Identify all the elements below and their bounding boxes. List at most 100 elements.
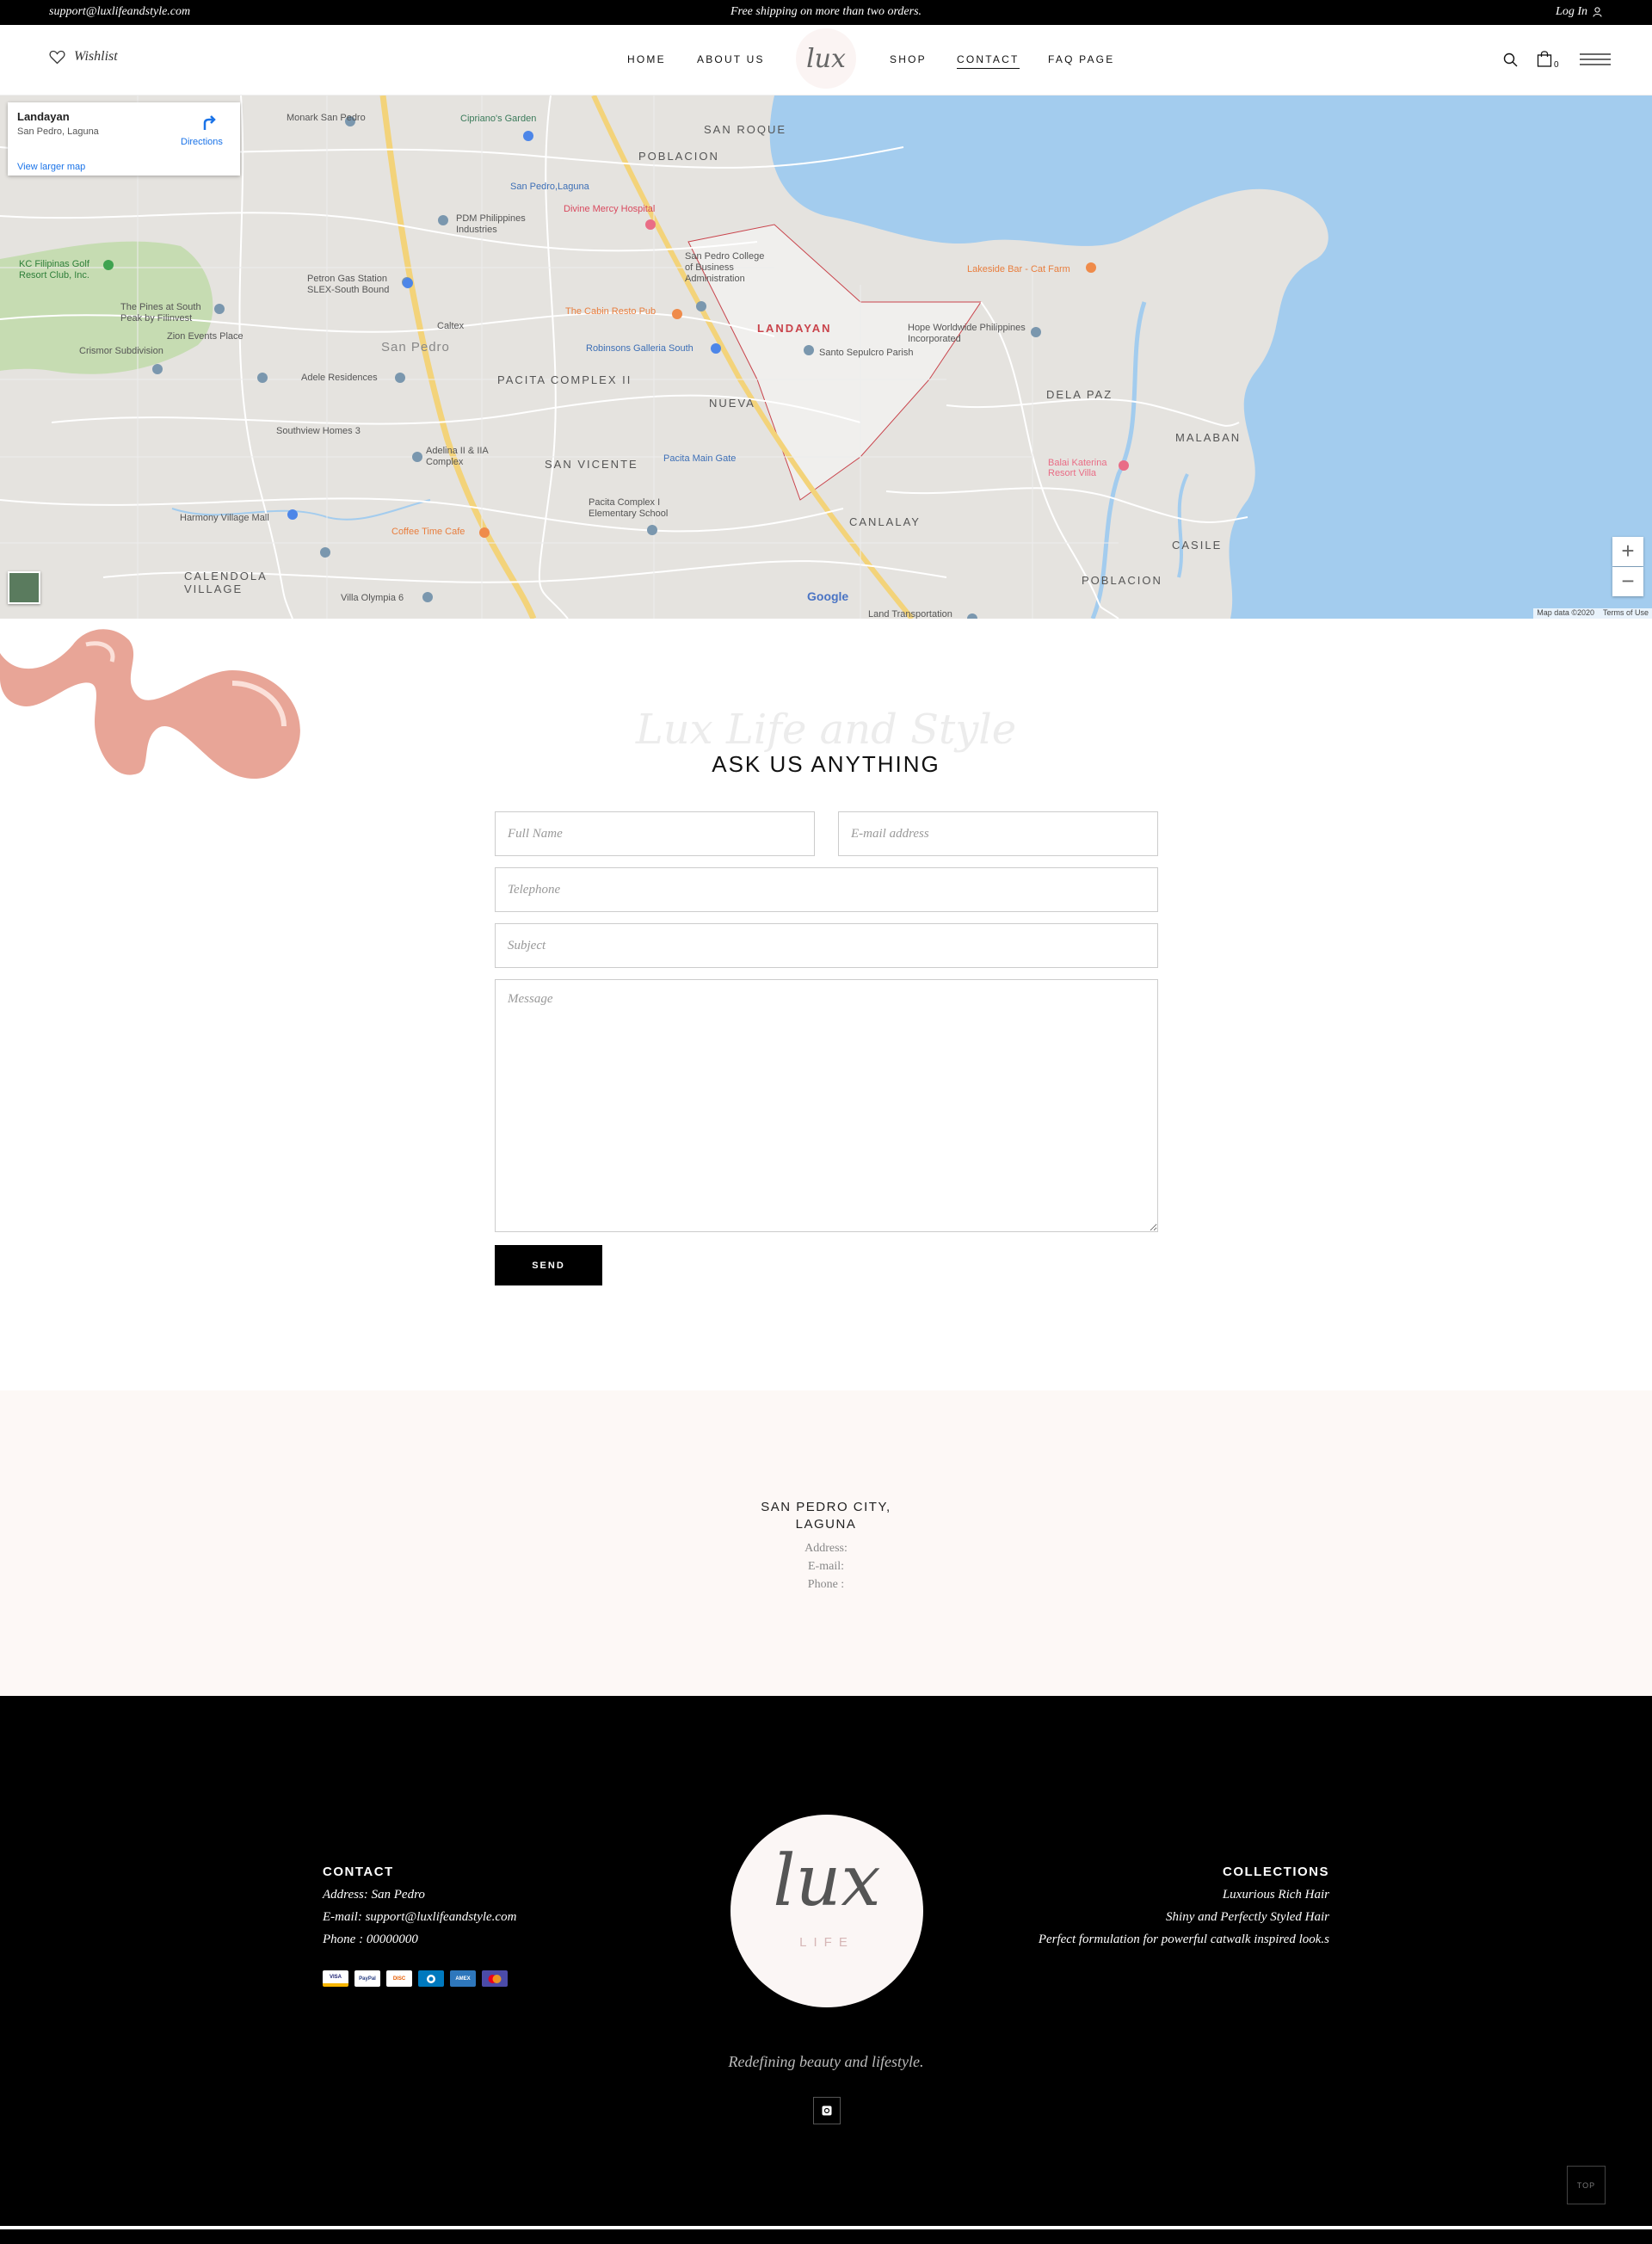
- payment-methods: VISA PayPal DISC AMEX: [323, 1970, 508, 1987]
- search-icon[interactable]: [1503, 52, 1518, 67]
- footer-email-link[interactable]: E-mail: support@luxlifeandstyle.com: [323, 1906, 516, 1928]
- wishlist-label: Wishlist: [74, 49, 118, 64]
- diners-club-icon: [418, 1970, 444, 1987]
- map-poi-label: Harmony Village Mall: [180, 513, 269, 523]
- map-label: San Pedro: [381, 340, 450, 354]
- collection-link[interactable]: Shiny and Perfectly Styled Hair: [1039, 1906, 1329, 1928]
- back-to-top-button[interactable]: TOP: [1567, 2166, 1606, 2204]
- discover-icon: DISC: [386, 1970, 412, 1987]
- google-logo: Google: [807, 589, 849, 603]
- city-heading: SAN PEDRO CITY, LAGUNA: [0, 1499, 1652, 1533]
- footer-contact-heading: CONTACT: [323, 1865, 394, 1879]
- map-poi-label: Crismor Subdivision: [79, 346, 163, 356]
- header-logo-text: lux: [806, 43, 846, 74]
- map-poi-label: Adele Residences: [301, 373, 378, 383]
- map-label: DELA PAZ: [1046, 388, 1113, 401]
- visa-icon: VISA: [323, 1970, 348, 1987]
- site-header: Wishlist HOME ABOUT US lux SHOP CONTACT …: [0, 25, 1652, 96]
- send-button[interactable]: SEND: [495, 1245, 602, 1285]
- footer-collections-heading: COLLECTIONS: [1223, 1865, 1329, 1879]
- address-label: Address:: [804, 1542, 848, 1555]
- collection-link[interactable]: Perfect formulation for powerful catwalk…: [1039, 1928, 1329, 1951]
- footer-bottom-line: [0, 2226, 1652, 2229]
- map-poi-label: Pacita Main Gate: [663, 453, 737, 464]
- map-label: CALENDOLA VILLAGE: [184, 570, 268, 595]
- footer-logo[interactable]: lux LIFE: [730, 1815, 923, 2007]
- footer-collections: COLLECTIONS Luxurious Rich Hair Shiny an…: [1039, 1865, 1329, 1951]
- map-label: SAN VICENTE: [545, 458, 638, 471]
- map-info-card: Landayan San Pedro, Laguna View larger m…: [8, 102, 240, 176]
- subject-field[interactable]: [495, 923, 1158, 968]
- map-poi-label: Villa Olympia 6: [341, 593, 404, 603]
- map-poi-label: Divine Mercy Hospital: [564, 204, 656, 214]
- map-poi-label: Petron Gas Station SLEX-South Bound: [307, 274, 390, 295]
- map-poi-label: Monark San Pedro: [287, 113, 366, 123]
- map-label: CASILE: [1172, 539, 1223, 552]
- nav-faq-page[interactable]: FAQ PAGE: [1048, 53, 1114, 65]
- map-poi-label: The Pines at South Peak by Filinvest: [120, 302, 201, 324]
- footer-tagline: Redefining beauty and lifestyle.: [728, 2053, 924, 2070]
- location-map[interactable]: SAN ROQUE POBLACION LANDAYAN PACITA COMP…: [0, 96, 1652, 619]
- city-line: SAN PEDRO CITY,: [761, 1500, 891, 1514]
- satellite-toggle[interactable]: [8, 571, 40, 604]
- email-label: E-mail:: [808, 1560, 844, 1573]
- footer-phone: Phone : 00000000: [323, 1933, 418, 1946]
- collection-link[interactable]: Luxurious Rich Hair: [1039, 1883, 1329, 1906]
- hamburger-menu-icon[interactable]: [1580, 52, 1611, 66]
- header-icons: 0: [1503, 50, 1611, 70]
- city-line: LAGUNA: [795, 1517, 857, 1532]
- header-logo[interactable]: lux: [796, 28, 856, 89]
- nav-about-us[interactable]: ABOUT US: [697, 53, 765, 65]
- cart-button[interactable]: 0: [1537, 50, 1561, 70]
- map-poi-label: Cipriano's Garden: [460, 114, 537, 124]
- instagram-icon: [822, 2105, 832, 2116]
- map-data-label: Map data ©2020: [1537, 608, 1594, 617]
- view-larger-map-link[interactable]: View larger map: [17, 162, 85, 172]
- nav-shop[interactable]: SHOP: [890, 53, 927, 65]
- message-field[interactable]: [495, 979, 1158, 1232]
- map-poi-label: Robinsons Galleria South: [586, 343, 693, 354]
- mastercard-icon: [482, 1970, 508, 1987]
- full-name-field[interactable]: [495, 811, 815, 856]
- map-poi-label: Santo Sepulcro Parish: [819, 348, 914, 358]
- map-label: CANLALAY: [849, 515, 921, 528]
- map-label: NUEVA: [709, 397, 755, 410]
- amex-icon: AMEX: [450, 1970, 476, 1987]
- wishlist-link[interactable]: Wishlist: [49, 49, 118, 65]
- terms-of-use-link[interactable]: Terms of Use: [1603, 608, 1649, 619]
- map-poi-label: San Pedro College of Business Administra…: [685, 251, 765, 284]
- login-label: Log In: [1556, 5, 1587, 18]
- login-link[interactable]: Log In: [1556, 5, 1602, 19]
- map-poi-label: Pacita Complex I Elementary School: [589, 497, 669, 519]
- heart-icon: [49, 50, 65, 64]
- map-poi-label: Balai Katerina Resort Villa: [1048, 458, 1107, 478]
- directions-icon[interactable]: [201, 114, 219, 132]
- top-bar: support@luxlifeandstyle.com Free shippin…: [0, 0, 1652, 25]
- instagram-link[interactable]: [813, 2097, 841, 2124]
- map-poi-label: Hope Worldwide Philippines Incorporated: [908, 323, 1026, 344]
- telephone-field[interactable]: [495, 867, 1158, 912]
- footer-contact: CONTACT Address: San Pedro E-mail: suppo…: [323, 1865, 516, 1951]
- map-poi-label: Land Transportation: [868, 609, 952, 619]
- script-title: Lux Life and Style: [635, 706, 1017, 754]
- directions-link[interactable]: Directions: [181, 137, 223, 147]
- map-label: MALABAN: [1175, 431, 1242, 444]
- shopping-bag-icon: [1537, 51, 1552, 67]
- map-label: PACITA COMPLEX II: [497, 373, 632, 386]
- nav-contact[interactable]: CONTACT: [957, 53, 1020, 69]
- map-place-subtitle: San Pedro, Laguna: [17, 126, 99, 137]
- address-section: SAN PEDRO CITY, LAGUNA Address: E-mail: …: [0, 1390, 1652, 1696]
- paypal-icon: PayPal: [354, 1970, 380, 1987]
- map-poi-label: Coffee Time Cafe: [391, 527, 465, 537]
- shipping-notice: Free shipping on more than two orders.: [730, 5, 922, 18]
- footer-address: Address: San Pedro: [323, 1888, 425, 1902]
- map-label: POBLACION: [1082, 574, 1162, 587]
- phone-label: Phone :: [807, 1578, 845, 1591]
- map-poi-label: Lakeside Bar - Cat Farm: [967, 264, 1070, 274]
- nav-home[interactable]: HOME: [627, 53, 666, 65]
- zoom-in-button[interactable]: +: [1612, 537, 1643, 566]
- map-poi-label: Caltex: [437, 321, 465, 331]
- zoom-out-button[interactable]: −: [1612, 567, 1643, 596]
- email-field[interactable]: [838, 811, 1158, 856]
- map-poi-label: Southview Homes 3: [276, 426, 361, 436]
